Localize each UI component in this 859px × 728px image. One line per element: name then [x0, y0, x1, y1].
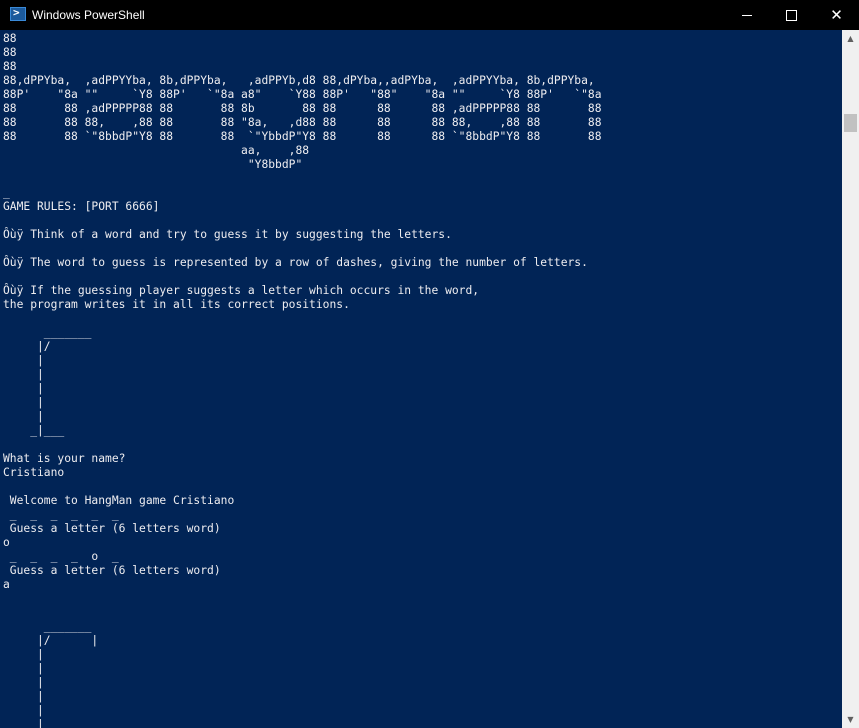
console-line: _|___ — [3, 424, 65, 437]
vertical-scrollbar[interactable]: ▲ ▼ — [842, 30, 859, 728]
maximize-icon — [786, 9, 797, 21]
console-line: Ôùÿ Think of a word and try to guess it … — [3, 228, 452, 241]
console-line: 88 — [3, 46, 17, 59]
powershell-icon: > — [10, 6, 26, 21]
scroll-thumb[interactable] — [844, 114, 857, 132]
console-line: |/ | — [3, 634, 99, 647]
console-line: o — [3, 536, 10, 549]
title-bar[interactable]: > Windows PowerShell ✕ — [0, 0, 859, 30]
console-line: Cristiano — [3, 466, 65, 479]
console-line: _|___ — [3, 718, 65, 728]
console-line: Welcome to HangMan game Cristiano — [3, 494, 235, 507]
console-line: | — [3, 676, 44, 689]
scroll-down-icon[interactable]: ▼ — [842, 711, 859, 728]
maximize-button[interactable] — [769, 0, 814, 30]
console-line: 88 — [3, 60, 17, 73]
minimize-icon — [741, 14, 752, 16]
console-line: _ _ _ _ _ _ — [3, 508, 119, 521]
close-icon: ✕ — [830, 6, 843, 24]
console-line: | — [3, 648, 44, 661]
console-line: | — [3, 396, 44, 409]
console-text: 88 88 88 88,dPPYba, ,adPPYYba, 8b,dPPYba… — [3, 32, 602, 728]
console-line: | — [3, 368, 44, 381]
console-line: | — [3, 704, 44, 717]
console-line: _______ — [3, 620, 92, 633]
console-line: _______ — [3, 326, 92, 339]
console-line: Guess a letter (6 letters word) — [3, 564, 221, 577]
console-line: Ôùÿ If the guessing player suggests a le… — [3, 284, 480, 297]
console-line: 88P' "8a "" `Y8 88P' `"8a a8" `Y88 88P' … — [3, 88, 602, 101]
console-line: a — [3, 578, 10, 591]
console-line: | — [3, 354, 44, 367]
console-line: What is your name? — [3, 452, 126, 465]
close-button[interactable]: ✕ — [814, 0, 859, 30]
console-line: 88 — [3, 32, 17, 45]
console-line: aa, ,88 — [3, 144, 310, 157]
console-output[interactable]: 88 88 88 88,dPPYba, ,adPPYYba, 8b,dPPYba… — [0, 30, 842, 728]
console-line: 88,dPPYba, ,adPPYYba, 8b,dPPYba, ,adPPYb… — [3, 74, 595, 87]
console-line: GAME RULES: [PORT 6666] — [3, 200, 160, 213]
console-line: | — [3, 410, 44, 423]
prompt-glyph: > — [13, 6, 20, 19]
console-line: 88 88 ,adPPPPP88 88 88 8b 88 88 88 88 ,a… — [3, 102, 602, 115]
window-title: Windows PowerShell — [32, 8, 145, 22]
console-line: "Y8bbdP" — [3, 158, 303, 171]
console-line: _ _ _ _ o _ — [3, 550, 119, 563]
scroll-up-icon[interactable]: ▲ — [842, 30, 859, 47]
console-line: 88 88 `"8bbdP"Y8 88 88 `"YbbdP"Y8 88 88 … — [3, 130, 602, 143]
console-line: the program writes it in all its correct… — [3, 298, 350, 311]
console-line: | — [3, 662, 44, 675]
minimize-button[interactable] — [724, 0, 769, 30]
console-line: 88 88 88, ,88 88 88 "8a, ,d88 88 88 88 8… — [3, 116, 602, 129]
console-line: Ôùÿ The word to guess is represented by … — [3, 256, 588, 269]
console-line: Guess a letter (6 letters word) — [3, 522, 221, 535]
console-line: |/ — [3, 340, 51, 353]
console-line: | — [3, 382, 44, 395]
console-line: _ — [3, 186, 10, 199]
console-line: | — [3, 690, 44, 703]
